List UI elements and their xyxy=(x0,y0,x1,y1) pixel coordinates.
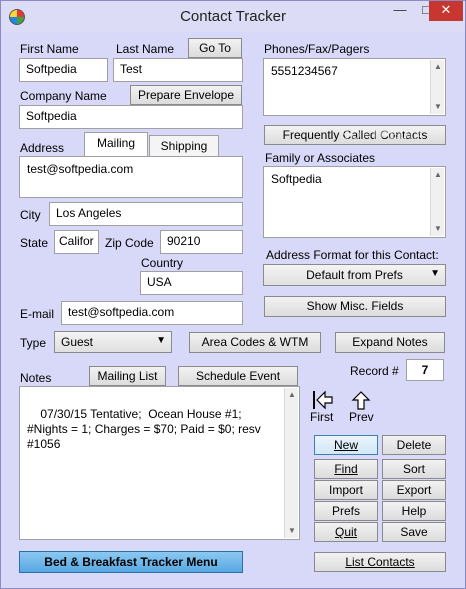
chevron-down-icon: ▼ xyxy=(156,335,166,346)
record-number-field[interactable]: 7 xyxy=(406,359,444,381)
contact-tracker-window: Contact Tracker — □ ✕ First Name Last Na… xyxy=(0,0,466,589)
zip-code-label: Zip Code xyxy=(105,236,154,250)
prefs-button[interactable]: Prefs xyxy=(314,501,378,521)
scroll-up-icon[interactable]: ▲ xyxy=(285,388,299,402)
show-misc-fields-button[interactable]: Show Misc. Fields xyxy=(264,296,446,317)
scroll-down-icon[interactable]: ▼ xyxy=(285,524,299,538)
title-bar: Contact Tracker — □ ✕ xyxy=(1,1,465,32)
first-label[interactable]: First xyxy=(310,410,333,424)
phones-scrollbar[interactable]: ▲ ▼ xyxy=(430,60,444,114)
address-format-select[interactable]: Default from Prefs ▼ xyxy=(263,264,446,286)
record-label: Record # xyxy=(350,364,399,378)
first-name-field[interactable]: Softpedia xyxy=(19,58,108,82)
scroll-up-icon[interactable]: ▲ xyxy=(431,168,445,182)
notes-scrollbar[interactable]: ▲ ▼ xyxy=(284,388,298,538)
phones-value: 5551234567 xyxy=(271,64,338,78)
family-value: Softpedia xyxy=(271,172,322,186)
family-field[interactable]: Softpedia ▲ ▼ xyxy=(263,166,446,238)
tab-shipping[interactable]: Shipping xyxy=(149,135,219,156)
last-name-label: Last Name xyxy=(116,42,175,56)
first-name-label: First Name xyxy=(20,42,79,56)
prepare-envelope-button[interactable]: Prepare Envelope xyxy=(130,85,242,105)
last-name-field[interactable]: Test xyxy=(113,58,243,82)
type-select[interactable]: Guest ▼ xyxy=(54,331,172,353)
country-field[interactable]: USA xyxy=(140,271,243,295)
city-field[interactable]: Los Angeles xyxy=(49,202,243,226)
save-button[interactable]: Save xyxy=(382,522,446,542)
find-button-label: Find xyxy=(334,462,358,476)
phones-field[interactable]: 5551234567 ▲ ▼ xyxy=(263,58,446,116)
find-button[interactable]: Find xyxy=(314,459,378,479)
new-button-label: New xyxy=(333,438,358,452)
city-label: City xyxy=(20,208,41,222)
go-to-button[interactable]: Go To xyxy=(188,38,242,58)
first-record-icon[interactable] xyxy=(311,388,335,412)
phones-label: Phones/Fax/Pagers xyxy=(264,42,370,56)
family-label: Family or Associates xyxy=(265,151,376,165)
notes-field[interactable]: 07/30/15 Tentative; Ocean House #1; #Nig… xyxy=(19,386,300,540)
email-label: E-mail xyxy=(20,307,55,321)
tab-mailing[interactable]: Mailing xyxy=(84,132,148,156)
prev-label[interactable]: Prev xyxy=(349,410,374,424)
area-codes-button[interactable]: Area Codes & WTM xyxy=(189,332,321,353)
company-name-field[interactable]: Softpedia xyxy=(19,105,243,129)
minimize-button[interactable]: — xyxy=(387,1,413,21)
quit-button[interactable]: Quit xyxy=(314,522,378,542)
list-contacts-label: List Contacts xyxy=(345,555,415,569)
state-label: State xyxy=(20,236,49,250)
zip-code-field[interactable]: 90210 xyxy=(160,230,243,254)
delete-button[interactable]: Delete xyxy=(382,435,446,455)
expand-notes-button[interactable]: Expand Notes xyxy=(335,332,445,353)
help-button[interactable]: Help xyxy=(382,501,446,521)
address-field[interactable]: test@softpedia.com xyxy=(19,156,243,198)
list-contacts-button[interactable]: List Contacts xyxy=(314,552,446,572)
schedule-event-button[interactable]: Schedule Event xyxy=(178,366,298,386)
address-format-label: Address Format for this Contact: xyxy=(266,248,439,262)
state-field[interactable]: Califor xyxy=(54,230,99,254)
export-button[interactable]: Export xyxy=(382,480,446,500)
address-format-value: Default from Prefs xyxy=(306,268,403,282)
scroll-up-icon[interactable]: ▲ xyxy=(431,60,445,74)
type-label: Type xyxy=(20,336,47,350)
notes-label: Notes xyxy=(20,371,52,385)
quit-button-label: Quit xyxy=(334,525,357,539)
address-label: Address xyxy=(20,141,65,155)
import-button[interactable]: Import xyxy=(314,480,378,500)
family-scrollbar[interactable]: ▲ ▼ xyxy=(430,168,444,236)
close-button[interactable]: ✕ xyxy=(429,1,463,21)
company-name-label: Company Name xyxy=(20,89,107,103)
scroll-down-icon[interactable]: ▼ xyxy=(431,222,445,236)
mailing-list-button[interactable]: Mailing List xyxy=(89,366,166,386)
type-select-value: Guest xyxy=(61,335,94,349)
notes-value: 07/30/15 Tentative; Ocean House #1; #Nig… xyxy=(27,407,261,451)
country-label: Country xyxy=(141,256,184,270)
new-button[interactable]: New xyxy=(314,435,378,455)
sort-button[interactable]: Sort xyxy=(382,459,446,479)
scroll-down-icon[interactable]: ▼ xyxy=(431,100,445,114)
chevron-down-icon: ▼ xyxy=(430,268,440,279)
bnb-menu-button[interactable]: Bed & Breakfast Tracker Menu xyxy=(19,551,243,573)
prev-record-icon[interactable] xyxy=(350,390,372,412)
watermark: SOFTPEDIA xyxy=(341,127,425,142)
email-field[interactable]: test@softpedia.com xyxy=(61,301,243,325)
